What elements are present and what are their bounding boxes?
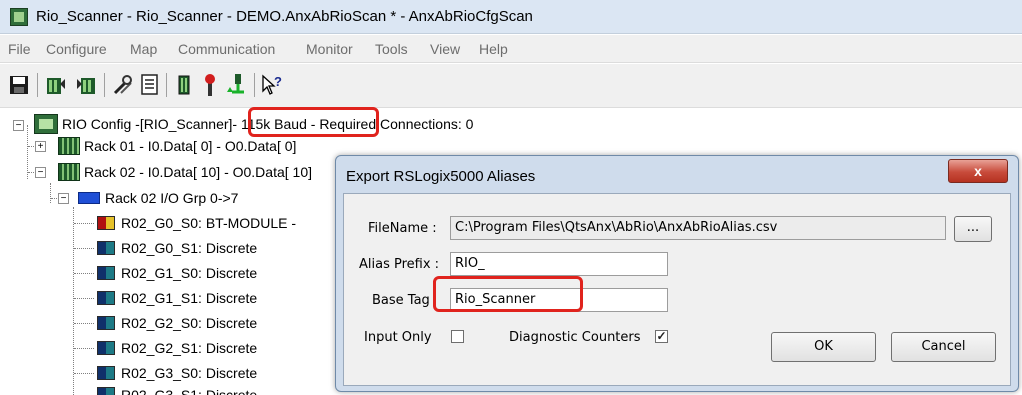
tree-connector	[74, 373, 94, 374]
module-label: R02_G1_S1: Discrete	[121, 290, 258, 306]
dialog-title: Export RSLogix5000 Aliases	[346, 168, 536, 185]
window-title: Rio_Scanner - Rio_Scanner - DEMO.AnxAbRi…	[36, 8, 533, 25]
discrete-module-icon	[97, 387, 115, 395]
module-label: R02_G0_S0: BT-MODULE -	[121, 215, 297, 231]
filename-field[interactable]: C:\Program Files\QtsAnx\AbRio\AnxAbRioAl…	[450, 216, 946, 240]
cancel-button[interactable]: Cancel	[891, 332, 996, 362]
rack01-label: Rack 01 - I0.Data[ 0] - O0.Data[ 0]	[84, 138, 297, 154]
rack01-expander[interactable]: +	[35, 141, 46, 152]
diagnostic-counters-checkbox[interactable]: ✓	[655, 330, 668, 343]
base-tag-highlight	[433, 276, 583, 312]
tree-connector	[74, 273, 94, 274]
tree-connector	[27, 125, 28, 179]
module-label: R02_G2_S1: Discrete	[121, 340, 258, 356]
group-expander[interactable]: −	[58, 193, 69, 204]
discrete-module-icon	[97, 241, 115, 255]
filename-label: FileName :	[368, 221, 437, 236]
menu-view[interactable]: View	[430, 41, 460, 57]
tree-item-module[interactable]: R02_G0_S0: BT-MODULE -	[97, 212, 296, 234]
browse-button[interactable]: ...	[954, 216, 992, 242]
menu-file[interactable]: File	[8, 41, 31, 57]
tree-item-module[interactable]: R02_G3_S0: Discrete	[97, 362, 257, 384]
root-scanner-name: [RIO_Scanner]	[139, 116, 233, 132]
toolbar-separator	[254, 73, 255, 97]
tools-icon[interactable]	[111, 73, 135, 97]
io-group-icon	[78, 192, 100, 204]
upload-icon[interactable]	[44, 73, 68, 97]
menu-map[interactable]: Map	[130, 41, 157, 57]
discrete-module-icon	[97, 266, 115, 280]
input-only-label: Input Only	[364, 330, 432, 345]
ok-button[interactable]: OK	[771, 332, 876, 362]
tree-connector	[74, 323, 94, 324]
toolbar-separator	[37, 73, 38, 97]
tree-item-module[interactable]: R02_G3_S1: Discrete	[97, 387, 257, 395]
svg-text:?: ?	[274, 74, 282, 89]
io-module-icon[interactable]	[172, 73, 196, 97]
tree-item-module[interactable]: R02_G2_S0: Discrete	[97, 312, 257, 334]
rio-config-icon	[34, 114, 58, 134]
close-button[interactable]: x	[948, 159, 1008, 183]
alias-prefix-input[interactable]: RIO_	[450, 252, 668, 276]
tree-item-module[interactable]: R02_G0_S1: Discrete	[97, 237, 257, 259]
tree-item-rack02[interactable]: Rack 02 - I0.Data[ 10] - O0.Data[ 10]	[58, 161, 312, 183]
module-label: R02_G0_S1: Discrete	[121, 240, 258, 256]
document-icon[interactable]	[138, 73, 162, 97]
app-icon	[10, 8, 28, 26]
help-pointer-icon[interactable]: ?	[260, 73, 284, 97]
module-label: R02_G1_S0: Discrete	[121, 265, 258, 281]
menu-bar: File Configure Map Communication Monitor…	[0, 35, 1022, 63]
menu-monitor[interactable]: Monitor	[306, 41, 353, 57]
connect-icon[interactable]	[226, 73, 250, 97]
toolbar-separator	[166, 73, 167, 97]
tree-connector	[74, 223, 94, 224]
group-label: Rack 02 I/O Grp 0->7	[105, 190, 239, 206]
save-icon[interactable]	[7, 73, 31, 97]
export-aliases-dialog: Export RSLogix5000 Aliases x FileName : …	[335, 155, 1019, 392]
tree-item-module[interactable]: R02_G1_S0: Discrete	[97, 262, 257, 284]
module-label: R02_G2_S0: Discrete	[121, 315, 258, 331]
discrete-module-icon	[97, 291, 115, 305]
tree-item-io-group[interactable]: Rack 02 I/O Grp 0->7	[78, 187, 238, 209]
diagnostic-counters-label: Diagnostic Counters	[509, 330, 641, 345]
tree-item-rack01[interactable]: Rack 01 - I0.Data[ 0] - O0.Data[ 0]	[58, 135, 296, 157]
module-label: R02_G3_S1: Discrete	[121, 387, 258, 395]
menu-help[interactable]: Help	[479, 41, 508, 57]
base-tag-label: Base Tag	[372, 293, 430, 308]
tree-connector	[74, 298, 94, 299]
rack-icon	[58, 137, 80, 155]
discrete-module-icon	[97, 341, 115, 355]
menu-tools[interactable]: Tools	[375, 41, 408, 57]
tree-item-module[interactable]: R02_G2_S1: Discrete	[97, 337, 257, 359]
toolbar-separator	[104, 73, 105, 97]
tree-item-module[interactable]: R02_G1_S1: Discrete	[97, 287, 257, 309]
discrete-module-icon	[97, 366, 115, 380]
tree-connector	[74, 348, 94, 349]
root-label: RIO Config -	[62, 116, 140, 132]
title-bar: Rio_Scanner - Rio_Scanner - DEMO.AnxAbRi…	[0, 0, 1022, 34]
rack-icon	[58, 163, 80, 181]
alias-prefix-label: Alias Prefix :	[359, 257, 440, 272]
rack02-label: Rack 02 - I0.Data[ 10] - O0.Data[ 10]	[84, 164, 312, 180]
traffic-light-icon[interactable]	[198, 73, 222, 97]
discrete-module-icon	[97, 316, 115, 330]
bt-module-icon	[97, 216, 115, 230]
tree-connector	[73, 207, 74, 395]
rack02-expander[interactable]: −	[35, 167, 46, 178]
menu-communication[interactable]: Communication	[178, 41, 275, 57]
root-expander[interactable]: −	[13, 120, 24, 131]
scanner-name-highlight	[248, 107, 379, 137]
toolbar: ?	[0, 64, 1022, 108]
menu-configure[interactable]: Configure	[46, 41, 107, 57]
input-only-checkbox[interactable]	[451, 330, 464, 343]
module-label: R02_G3_S0: Discrete	[121, 365, 258, 381]
download-icon[interactable]	[74, 73, 98, 97]
tree-connector	[74, 248, 94, 249]
tree-connector	[50, 183, 51, 203]
